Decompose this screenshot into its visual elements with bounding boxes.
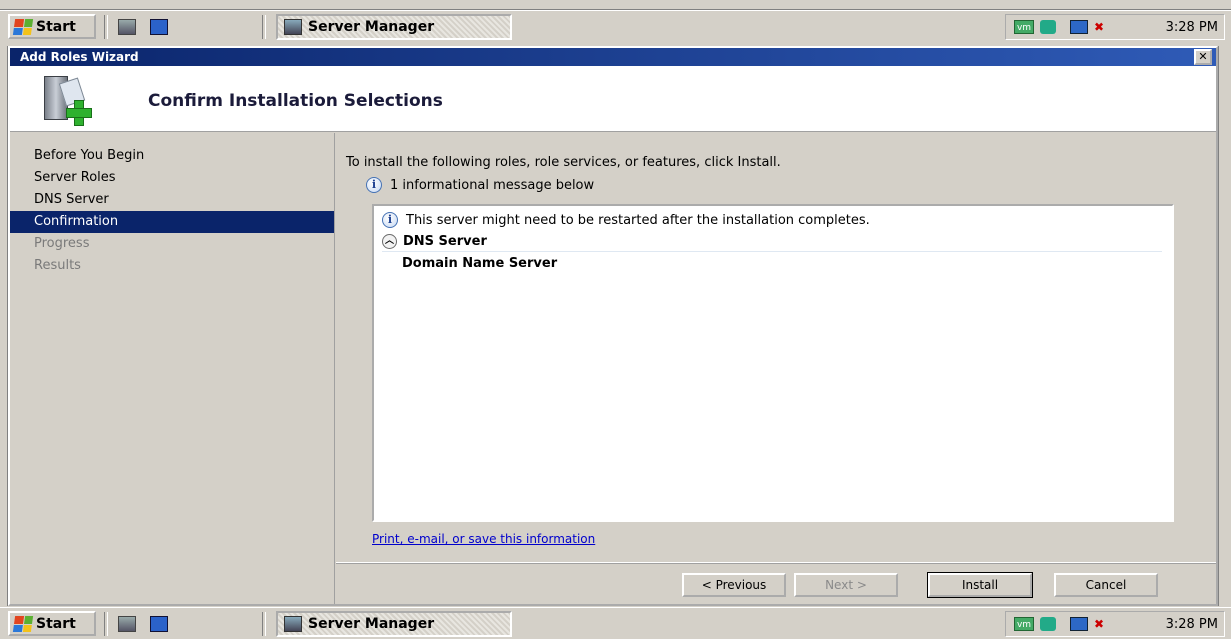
install-button[interactable]: Install [927, 572, 1033, 598]
cancel-button[interactable]: Cancel [1054, 573, 1158, 597]
restart-message: i This server might need to be restarted… [382, 212, 870, 228]
taskbar-top: Start Server Manager vm ✖ 3:28 PM [0, 10, 1231, 42]
nav-step-results: Results [34, 258, 81, 273]
role-service-item: Domain Name Server [402, 256, 558, 271]
show-desktop-icon[interactable] [150, 19, 168, 35]
system-tray: vm ✖ 3:28 PM [1005, 611, 1225, 637]
server-manager-icon [284, 616, 302, 632]
taskbar-separator [104, 15, 108, 39]
volume-muted-icon[interactable]: ✖ [1094, 20, 1108, 34]
window-titlebar[interactable]: Add Roles Wizard ✕ [10, 48, 1216, 66]
volume-muted-icon[interactable]: ✖ [1094, 617, 1108, 631]
show-desktop-icon[interactable] [150, 616, 168, 632]
network-icon[interactable] [1070, 617, 1088, 631]
windows-flag-icon [12, 18, 34, 35]
previous-button[interactable]: < Previous [682, 573, 786, 597]
nav-step-progress: Progress [34, 236, 90, 251]
page-title: Confirm Installation Selections [148, 91, 443, 111]
confirmation-listbox[interactable]: i This server might need to be restarted… [372, 204, 1174, 522]
restart-message-text: This server might need to be restarted a… [406, 212, 870, 228]
taskbar-separator [104, 612, 108, 636]
system-tray: vm ✖ 3:28 PM [1005, 14, 1225, 40]
server-manager-quicklaunch-icon[interactable] [118, 19, 136, 35]
start-button[interactable]: Start [8, 14, 96, 39]
start-label: Start [36, 615, 76, 632]
info-icon: i [382, 212, 398, 228]
info-summary: i 1 informational message below [366, 177, 594, 193]
next-button[interactable]: Next > [794, 573, 898, 597]
task-label: Server Manager [308, 616, 435, 632]
group-title: DNS Server [403, 234, 487, 249]
clock[interactable]: 3:28 PM [1166, 617, 1224, 632]
dns-server-group-header[interactable]: ︿ DNS Server [382, 234, 1162, 252]
vmware-tools-icon[interactable]: vm [1014, 20, 1034, 34]
task-label: Server Manager [308, 19, 435, 35]
network-icon[interactable] [1070, 20, 1088, 34]
taskbar-separator [262, 612, 266, 636]
windows-flag-icon [12, 615, 34, 632]
safely-remove-hardware-icon[interactable] [1040, 20, 1056, 34]
taskbar-server-manager-button[interactable]: Server Manager [276, 14, 512, 40]
intro-text: To install the following roles, role ser… [346, 155, 781, 170]
print-email-save-link[interactable]: Print, e-mail, or save this information [372, 532, 595, 546]
close-icon: ✕ [1198, 50, 1208, 63]
wizard-footer: < Previous Next > Install Cancel [336, 562, 1216, 604]
info-summary-text: 1 informational message below [390, 177, 595, 193]
info-icon: i [366, 177, 382, 193]
add-roles-wizard-window: Add Roles Wizard ✕ Confirm Installation … [8, 46, 1218, 606]
taskbar-bottom: Start Server Manager vm ✖ 3:28 PM [0, 607, 1231, 639]
taskbar-separator [262, 15, 266, 39]
nav-step-confirmation[interactable]: Confirmation [10, 211, 334, 233]
screen-top-edge [0, 0, 1231, 10]
server-manager-icon [284, 19, 302, 35]
server-manager-quicklaunch-icon[interactable] [118, 616, 136, 632]
wizard-content: To install the following roles, role ser… [336, 133, 1216, 562]
desktop-edge-left [0, 46, 8, 606]
start-button[interactable]: Start [8, 611, 96, 636]
wizard-header: Confirm Installation Selections [10, 66, 1216, 132]
start-label: Start [36, 18, 76, 35]
step-list: Before You Begin Server Roles DNS Server… [10, 145, 334, 277]
clock[interactable]: 3:28 PM [1166, 20, 1224, 35]
add-server-role-icon [40, 74, 92, 126]
close-button[interactable]: ✕ [1194, 49, 1212, 65]
safely-remove-hardware-icon[interactable] [1040, 617, 1056, 631]
collapse-chevron-up-icon[interactable]: ︿ [382, 234, 397, 249]
nav-step-before-you-begin[interactable]: Before You Begin [10, 145, 334, 167]
nav-step-server-roles[interactable]: Server Roles [10, 167, 334, 189]
wizard-step-nav: Before You Begin Server Roles DNS Server… [10, 133, 335, 604]
nav-step-dns-server[interactable]: DNS Server [10, 189, 334, 211]
taskbar-server-manager-button[interactable]: Server Manager [276, 611, 512, 637]
vmware-tools-icon[interactable]: vm [1014, 617, 1034, 631]
desktop-edge-right [1218, 46, 1231, 606]
window-title: Add Roles Wizard [20, 50, 139, 64]
